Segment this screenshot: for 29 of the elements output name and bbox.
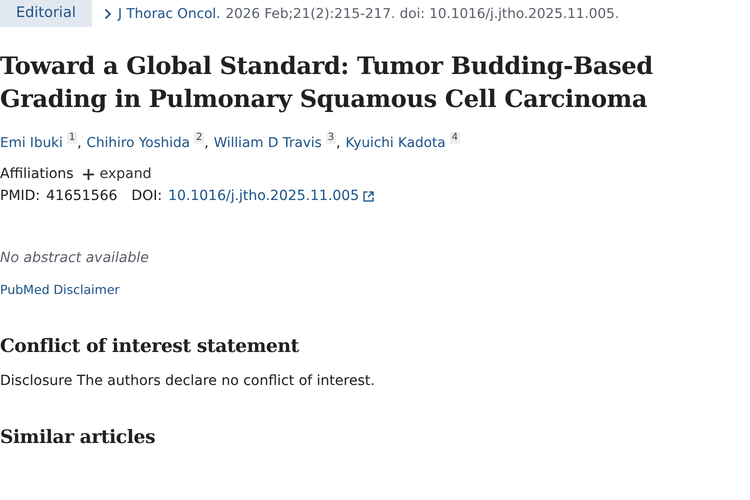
expand-toggle[interactable]: expand — [82, 166, 152, 182]
journal-link[interactable]: J Thorac Oncol. — [118, 6, 220, 22]
author-link[interactable]: Kyuichi Kadota — [345, 135, 446, 151]
conflict-statement: Disclosure The authors declare no conflict of interest. — [0, 373, 376, 389]
no-abstract-note: No abstract available — [0, 250, 150, 266]
author-separator: , — [77, 135, 82, 151]
disclaimer-link[interactable]: PubMed Disclaimer — [0, 282, 120, 297]
plus-icon — [82, 168, 94, 180]
author-link[interactable]: Emi Ibuki — [0, 135, 63, 151]
external-link-icon — [363, 190, 374, 202]
affiliations-label: Affiliations — [0, 166, 74, 182]
author-separator: , — [204, 135, 209, 151]
doi-label: DOI: — [131, 188, 162, 204]
article-title: Toward a Global Standard: Tumor Budding-Based Grading in Pulmonary Squamous Cell Carcinoma — [0, 50, 654, 115]
affiliation-number[interactable]: 1 — [66, 132, 78, 144]
pmid-value: 41651566 — [46, 188, 118, 204]
author-separator: , — [336, 135, 340, 151]
section-heading: Conflict of interest statement — [0, 336, 300, 357]
author-link[interactable]: William D Travis — [214, 135, 322, 151]
doi-link[interactable]: 10.1016/j.jtho.2025.11.005 — [168, 188, 360, 204]
section-heading: Similar articles — [0, 427, 156, 448]
affiliation-number[interactable]: 2 — [194, 132, 204, 144]
pmid-label: PMID: — [0, 188, 40, 204]
article-type-badge: Editorial — [0, 0, 92, 27]
affiliation-number[interactable]: 3 — [326, 132, 336, 144]
author-link[interactable]: Chihiro Yoshida — [86, 135, 190, 151]
citation-details: 2026 Feb;21(2):215-217. doi: 10.1016/j.jtho.2025.11.005. — [225, 6, 620, 22]
affiliation-number[interactable]: 4 — [450, 132, 460, 144]
chevron-right-icon — [104, 8, 112, 20]
